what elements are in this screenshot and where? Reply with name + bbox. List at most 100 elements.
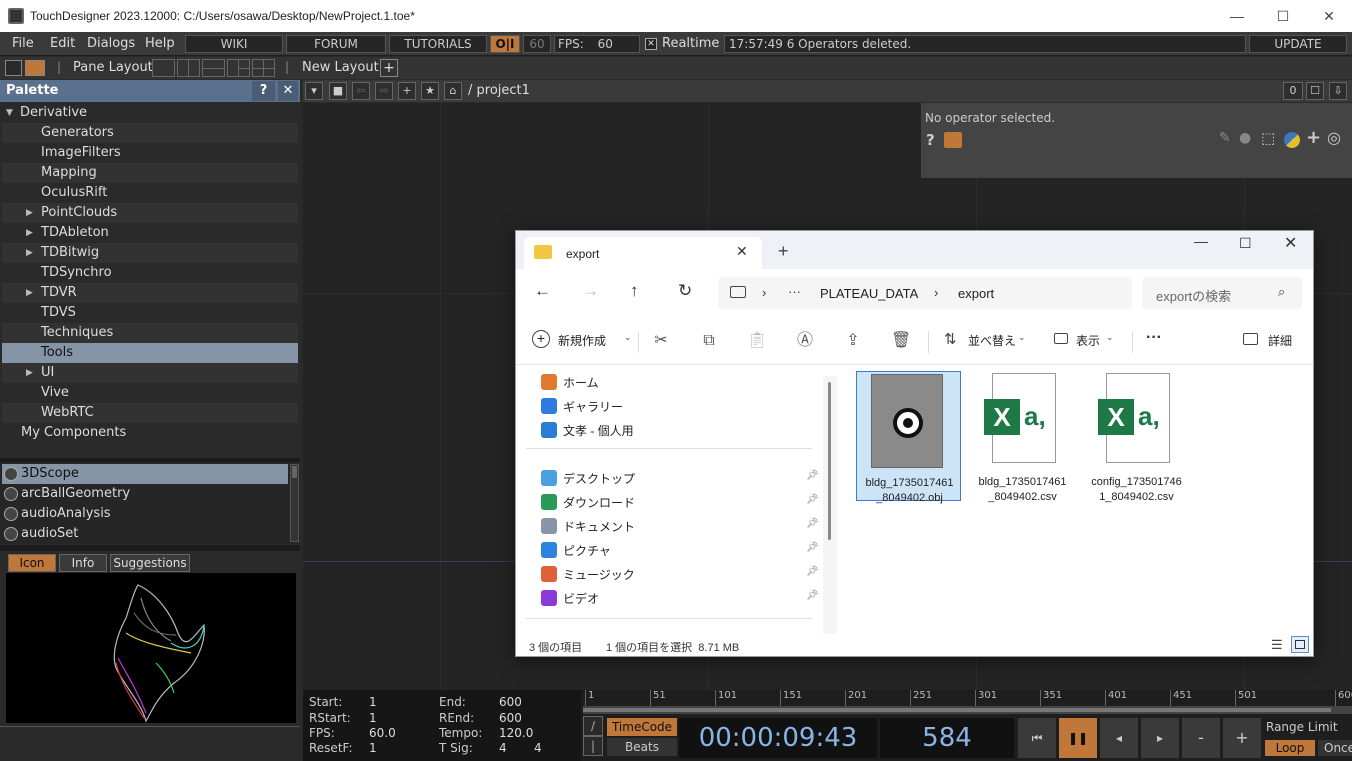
triangle-right-icon[interactable]: ▶ (26, 363, 33, 383)
cut-icon[interactable]: ✂ (651, 331, 671, 351)
search-input[interactable]: exportの検索 (1156, 286, 1231, 305)
layout-quad-icon[interactable] (252, 59, 275, 77)
component-item[interactable]: audioAnalysis (2, 504, 288, 524)
up-arrow-icon[interactable]: ↑ (630, 281, 639, 301)
rename-icon[interactable]: Ⓐ (795, 331, 815, 351)
component-item[interactable]: audioSet (2, 524, 288, 544)
tempo-value[interactable]: 120.0 (499, 726, 533, 740)
palette-item-tdableton[interactable]: ▶ TDAbleton (2, 223, 298, 243)
fps-value[interactable]: 60.0 (369, 726, 396, 740)
palette-item-tdvr[interactable]: ▶ TDVR (2, 283, 298, 303)
add-operator-icon[interactable]: + (398, 82, 416, 100)
timecode-button[interactable]: TimeCode (607, 718, 677, 736)
pin-icon[interactable]: 📌︎ (806, 590, 819, 601)
timeline-scrub-bar[interactable] (583, 706, 1352, 714)
pin-icon[interactable]: 📌︎ (806, 566, 819, 577)
help-icon[interactable]: ? (926, 131, 935, 149)
forward-arrow-icon[interactable]: ⇨ (375, 82, 393, 100)
menu-help[interactable]: Help (145, 36, 175, 51)
layout-split-horizontal-icon[interactable] (202, 59, 225, 77)
layout-single-icon[interactable] (152, 59, 175, 77)
palette-item-tdbitwig[interactable]: ▶ TDBitwig (2, 243, 298, 263)
pane-toggle-icon[interactable] (5, 60, 22, 76)
palette-item-techniques[interactable]: Techniques (2, 323, 298, 343)
increment-button[interactable]: + (1223, 718, 1261, 758)
palette-item-pointclouds[interactable]: ▶ PointClouds (2, 203, 298, 223)
tutorials-button[interactable]: TUTORIALS (389, 35, 487, 53)
component-list-scrollbar[interactable] (290, 464, 299, 542)
fps-cap-field[interactable]: 60 (523, 35, 551, 53)
loop-button[interactable]: Loop (1265, 740, 1315, 756)
forward-arrow-icon[interactable]: → (582, 281, 599, 301)
beats-button[interactable]: Beats (607, 738, 677, 756)
pin-icon[interactable]: 📌︎ (806, 542, 819, 553)
network-menu-icon[interactable]: ▾ (305, 82, 323, 100)
nav-scrollbar[interactable] (823, 376, 837, 634)
edit-pencil-icon[interactable]: ✎ (1219, 130, 1231, 146)
search-box[interactable]: exportの検索 ⌕ (1142, 277, 1302, 309)
bookmark-star-icon[interactable]: ★ (421, 82, 439, 100)
delete-icon[interactable]: 🗑︎ (891, 331, 911, 351)
details-view-icon[interactable]: ☰ (1271, 637, 1283, 653)
once-button[interactable]: Once (1318, 740, 1352, 756)
palette-help-button[interactable]: ? (252, 81, 275, 101)
tab-close-icon[interactable]: ✕ (736, 243, 748, 260)
maximize-icon[interactable]: ☐ (1239, 235, 1252, 252)
triangle-down-icon[interactable]: ▼ (6, 103, 13, 123)
palette-item-webrtc[interactable]: WebRTC (2, 403, 298, 423)
back-arrow-icon[interactable]: ⇦ (352, 82, 370, 100)
menu-file[interactable]: File (12, 36, 34, 51)
rstart-value[interactable]: 1 (369, 711, 377, 725)
triangle-right-icon[interactable]: ▶ (26, 283, 33, 303)
palette-item-tdvs[interactable]: TDVS (2, 303, 298, 323)
triangle-right-icon[interactable]: ▶ (26, 203, 33, 223)
tab-icon[interactable]: Icon (8, 554, 56, 572)
tsig-denominator[interactable]: 4 (534, 741, 542, 755)
close-icon[interactable]: ✕ (1306, 0, 1352, 32)
explorer-tab[interactable]: export ✕ (524, 237, 762, 269)
refresh-icon[interactable]: ↻ (678, 281, 692, 301)
timeline-slash-icon[interactable]: / (583, 716, 603, 736)
breadcrumb-overflow[interactable]: ··· (788, 284, 801, 299)
file-item[interactable]: Xa, config_173501746 1_8049402.csv (1084, 371, 1189, 503)
view-button[interactable]: 表示 ⌄ (1054, 330, 1126, 352)
realtime-checkbox[interactable]: ✕ (645, 38, 657, 50)
layout-split-vertical-icon[interactable] (177, 59, 200, 77)
pin-icon[interactable]: 📌︎ (806, 518, 819, 529)
python-icon[interactable] (1284, 132, 1300, 148)
resetf-value[interactable]: 1 (369, 741, 377, 755)
wiki-button[interactable]: WIKI (185, 35, 283, 53)
home-network-icon[interactable] (25, 60, 45, 76)
layout-three-pane-icon[interactable] (227, 59, 250, 77)
large-icons-view-icon[interactable] (1291, 636, 1309, 653)
new-button[interactable]: + 新規作成 ⌄ (532, 330, 632, 352)
palette-item-vive[interactable]: Vive (2, 383, 298, 403)
palette-close-button[interactable]: ✕ (278, 81, 298, 101)
palette-item-oculusrift[interactable]: OculusRift (2, 183, 298, 203)
oi-toggle-button[interactable]: O|I (490, 35, 520, 53)
copy-icon[interactable]: ⧉ (699, 331, 719, 351)
pin-icon[interactable]: 📌︎ (806, 470, 819, 481)
timeline-ruler[interactable]: 151101151201251301351401451501600 (583, 690, 1352, 706)
step-back-icon[interactable]: ◂ (1100, 718, 1138, 758)
start-value[interactable]: 1 (369, 695, 377, 709)
decrement-button[interactable]: - (1182, 718, 1220, 758)
network-path[interactable]: / project1 (468, 83, 530, 98)
more-options-button[interactable]: ··· (1146, 329, 1162, 347)
add-icon[interactable]: + (1306, 127, 1321, 148)
target-icon[interactable]: ◎ (1327, 128, 1341, 147)
maximize-pane-icon[interactable]: ☐ (1306, 82, 1324, 100)
python-help-icon[interactable] (944, 132, 962, 148)
triangle-right-icon[interactable]: ▶ (26, 223, 33, 243)
tsig-numerator[interactable]: 4 (499, 741, 507, 755)
back-arrow-icon[interactable]: ← (534, 281, 551, 301)
palette-item-derivative[interactable]: ▼ Derivative (2, 103, 298, 123)
triangle-right-icon[interactable]: ▶ (26, 243, 33, 263)
menu-edit[interactable]: Edit (50, 36, 75, 51)
home-icon[interactable]: ⌂ (444, 82, 462, 100)
minimize-icon[interactable]: — (1194, 233, 1208, 249)
sort-button[interactable]: ⇅ 並べ替え ⌄ (944, 330, 1028, 352)
file-item[interactable]: Xa, bldg_1735017461 _8049402.csv (970, 371, 1075, 503)
palette-item-generators[interactable]: Generators (2, 123, 298, 143)
palette-item-imagefilters[interactable]: ImageFilters (2, 143, 298, 163)
